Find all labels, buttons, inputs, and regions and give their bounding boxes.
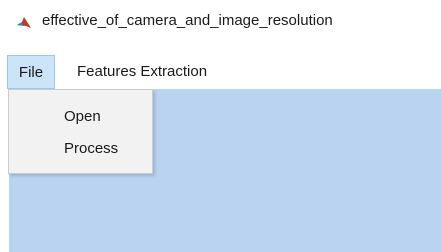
matlab-icon bbox=[16, 14, 32, 30]
title-bar: effective_of_camera_and_image_resolution bbox=[0, 0, 441, 42]
menu-file[interactable]: File bbox=[7, 55, 55, 89]
file-dropdown-menu: Open Process bbox=[8, 89, 153, 174]
menu-item-process[interactable]: Process bbox=[9, 134, 152, 164]
menu-bar: File Features Extraction bbox=[0, 55, 441, 89]
window-title: effective_of_camera_and_image_resolution bbox=[42, 12, 333, 29]
app-window: effective_of_camera_and_image_resolution… bbox=[0, 0, 441, 252]
menu-features-extraction[interactable]: Features Extraction bbox=[77, 55, 207, 89]
menu-item-open[interactable]: Open bbox=[9, 102, 152, 132]
